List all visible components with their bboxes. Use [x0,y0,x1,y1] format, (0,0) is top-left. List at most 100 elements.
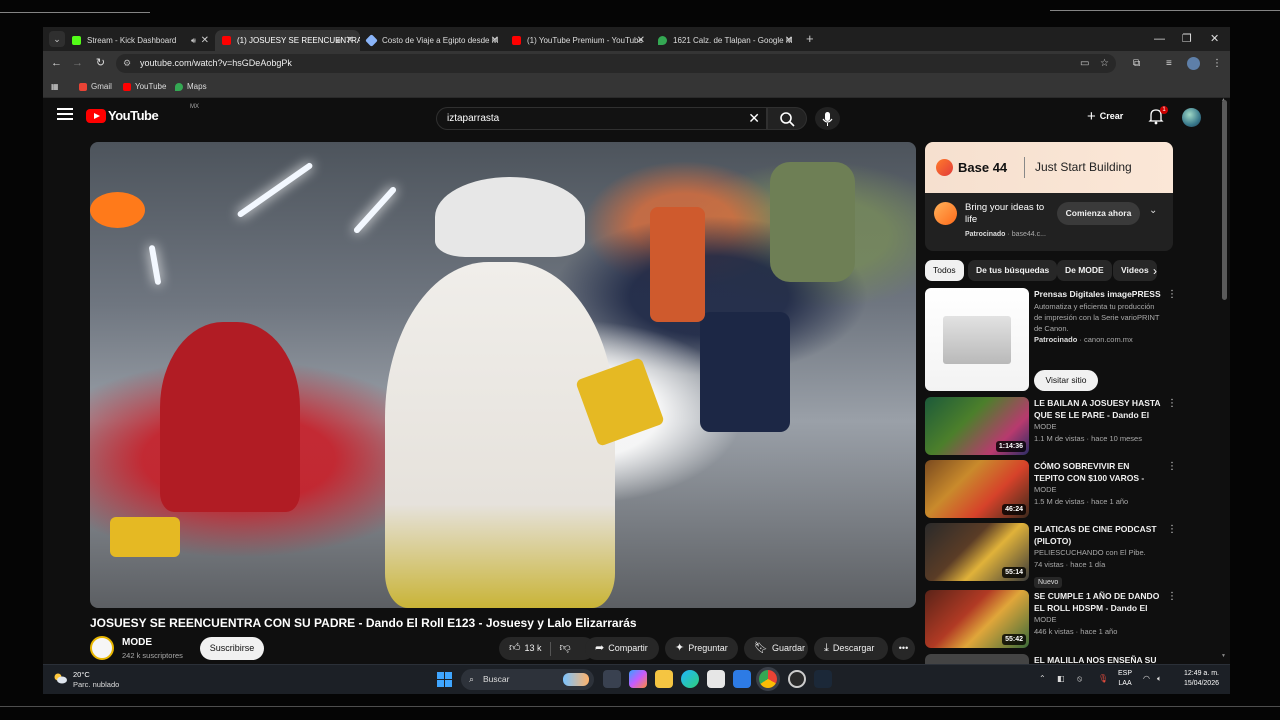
tab-search-button[interactable]: ⌄ [49,31,65,47]
card-title[interactable]: PLATICAS DE CINE PODCAST (PILOTO) [1034,523,1162,547]
printer-thumbnail[interactable] [925,288,1029,391]
video-thumbnail[interactable]: 55:14 [925,523,1029,581]
menu-icon[interactable] [57,108,73,122]
task-view-icon[interactable] [603,670,621,688]
copilot-icon[interactable] [629,670,647,688]
close-icon[interactable]: ✕ [637,30,645,51]
kebab-menu-icon[interactable]: ⋮ [1167,592,1177,602]
wifi-icon[interactable]: ◠ [1143,671,1150,687]
ask-button[interactable]: ✦ Preguntar [665,637,738,660]
scroll-down-arrow[interactable]: ▼ [1221,653,1226,659]
card-channel[interactable]: MODE [1034,421,1162,433]
mail-icon[interactable] [733,670,751,688]
microphone-icon[interactable]: 🎙︎ [1098,671,1108,687]
voice-search-button[interactable] [815,107,840,130]
apps-grid-icon[interactable]: ▦ [51,80,59,94]
card-title[interactable]: EL MALILLA NOS ENSEÑA SU [1034,654,1162,664]
bookmark-youtube[interactable]: YouTube [123,80,166,94]
download-button[interactable]: ⤓ Descargar [814,637,888,660]
channel-name[interactable]: MODE [122,636,152,650]
recommendation-card[interactable]: 1:14:36 LE BAILAN A JOSUESY HASTA QUE SE… [925,397,1177,457]
chevron-down-icon[interactable]: ⌄ [1149,205,1157,216]
ad-cta-button[interactable]: Comienza ahora [1057,202,1140,225]
bookmark-gmail[interactable]: Gmail [79,80,112,94]
taskbar-search[interactable]: ⌕ Buscar [461,669,594,690]
tab-egipto[interactable]: Costo de Viaje a Egipto desde M ✕ [360,30,505,51]
minimize-icon[interactable]: — [1154,30,1165,48]
chevron-right-icon[interactable]: › [1153,264,1157,278]
subscribe-button[interactable]: Suscribirse [200,637,264,660]
menu-kebab-icon[interactable]: ⋮ [1212,55,1222,72]
address-bar[interactable]: ⚙ youtube.com/watch?v=hsGDeAobgPk ▭ ☆ [116,54,1116,73]
chip-de-mode[interactable]: De MODE [1057,260,1112,281]
media-controls-icon[interactable]: ≡ [1166,55,1172,72]
notifications-button[interactable]: 1 [1148,106,1168,125]
video-thumbnail[interactable] [925,654,1029,664]
tab-youtube-premium[interactable]: (1) YouTube Premium - YouTube ✕ [505,30,651,51]
new-tab-button[interactable]: + [806,30,814,48]
restore-icon[interactable]: ❐ [1182,30,1192,48]
network-off-icon[interactable]: ⦸ [1077,671,1082,687]
profile-avatar[interactable] [1187,57,1200,70]
tray-app-icon[interactable]: ◧ [1057,671,1065,687]
close-window-icon[interactable]: ✕ [1210,30,1219,48]
close-icon[interactable]: ✕ [785,30,793,51]
kebab-menu-icon[interactable]: ⋮ [1167,399,1177,409]
speaker-icon[interactable]: 🔊︎ [336,30,341,51]
like-count[interactable]: 13 k [525,643,542,653]
thumbs-down-icon[interactable]: 👎︎ [560,642,571,654]
store-icon[interactable] [707,670,725,688]
ad-banner[interactable]: Base 44 Just Start Building [925,142,1173,193]
sponsored-ad[interactable]: Base 44 Just Start Building Bring your i… [925,142,1173,251]
chip-todos[interactable]: Todos [925,260,964,281]
search-button[interactable] [767,107,807,130]
kebab-menu-icon[interactable]: ⋮ [1167,290,1177,300]
search-input[interactable]: iztaparrasta ✕ [436,107,767,130]
recommendation-card[interactable]: 46:24 CÓMO SOBREVIVIR EN TEPITO CON $100… [925,460,1177,520]
close-icon[interactable]: ✕ [346,30,354,51]
card-channel[interactable]: MODE [1034,614,1162,626]
reload-icon[interactable]: ↻ [92,55,109,72]
card-channel[interactable]: PELIESCUCHANDO con El Pibe. [1034,547,1162,559]
tab-google-maps[interactable]: 1621 Calz. de Tlalpan - Google M ✕ [651,30,799,51]
sponsored-card[interactable]: Prensas Digitales imagePRESS Automatiza … [925,288,1177,393]
obs-icon[interactable] [788,670,806,688]
card-title[interactable]: CÓMO SOBREVIVIR EN TEPITO CON $100 VAROS… [1034,460,1162,484]
back-icon[interactable]: ← [48,55,65,72]
card-title[interactable]: Prensas Digitales imagePRESS [1034,288,1162,300]
edge-icon[interactable] [681,670,699,688]
kebab-menu-icon[interactable]: ⋮ [1167,525,1177,535]
volume-icon[interactable]: 🔈︎ [1157,671,1162,687]
tab-youtube-video[interactable]: (1) JOSUESY SE REENCUENTRA 🔊︎ ✕ [215,30,360,51]
thumbs-up-icon[interactable]: 👍︎ [509,637,521,660]
account-avatar[interactable] [1182,108,1201,127]
scrollbar-thumb[interactable] [1222,100,1227,300]
video-thumbnail[interactable]: 46:24 [925,460,1029,518]
bookmark-maps[interactable]: Maps [175,80,207,94]
kebab-menu-icon[interactable]: ⋮ [1167,462,1177,472]
recommendation-card[interactable]: 55:42 SE CUMPLE 1 AÑO DE DANDO EL ROLL H… [925,590,1177,650]
share-button[interactable]: ➦ Compartir [585,637,659,660]
video-thumbnail[interactable]: 55:42 [925,590,1029,648]
video-player[interactable] [90,142,916,608]
recommendation-card[interactable]: EL MALILLA NOS ENSEÑA SU [925,654,1173,664]
bookmark-star-icon[interactable]: ☆ [1100,57,1109,70]
steam-icon[interactable] [814,670,832,688]
close-icon[interactable]: ✕ [201,30,209,51]
card-channel[interactable]: MODE [1034,484,1162,496]
channel-avatar[interactable] [90,636,114,660]
cast-icon[interactable]: ▭ [1080,57,1089,70]
create-button[interactable]: + Crear [1087,108,1123,125]
chip-de-tus-busquedas[interactable]: De tus búsquedas [968,260,1058,281]
windows-start-icon[interactable] [437,672,452,687]
close-icon[interactable]: ✕ [491,30,499,51]
clear-search-icon[interactable]: ✕ [748,108,760,129]
card-title[interactable]: SE CUMPLE 1 AÑO DE DANDO EL ROLL HDSPM -… [1034,590,1162,614]
chrome-icon[interactable] [759,670,777,688]
extensions-icon[interactable]: ⧉ [1133,55,1140,72]
chip-videos[interactable]: Videos [1113,260,1157,281]
speaker-icon[interactable]: 🔊︎ [191,30,196,51]
language-indicator[interactable]: ESP LAA [1118,669,1132,689]
tray-overflow-icon[interactable]: ⌃ [1039,671,1046,687]
tab-kick[interactable]: Stream - Kick Dashboard 🔊︎ ✕ [65,30,215,51]
